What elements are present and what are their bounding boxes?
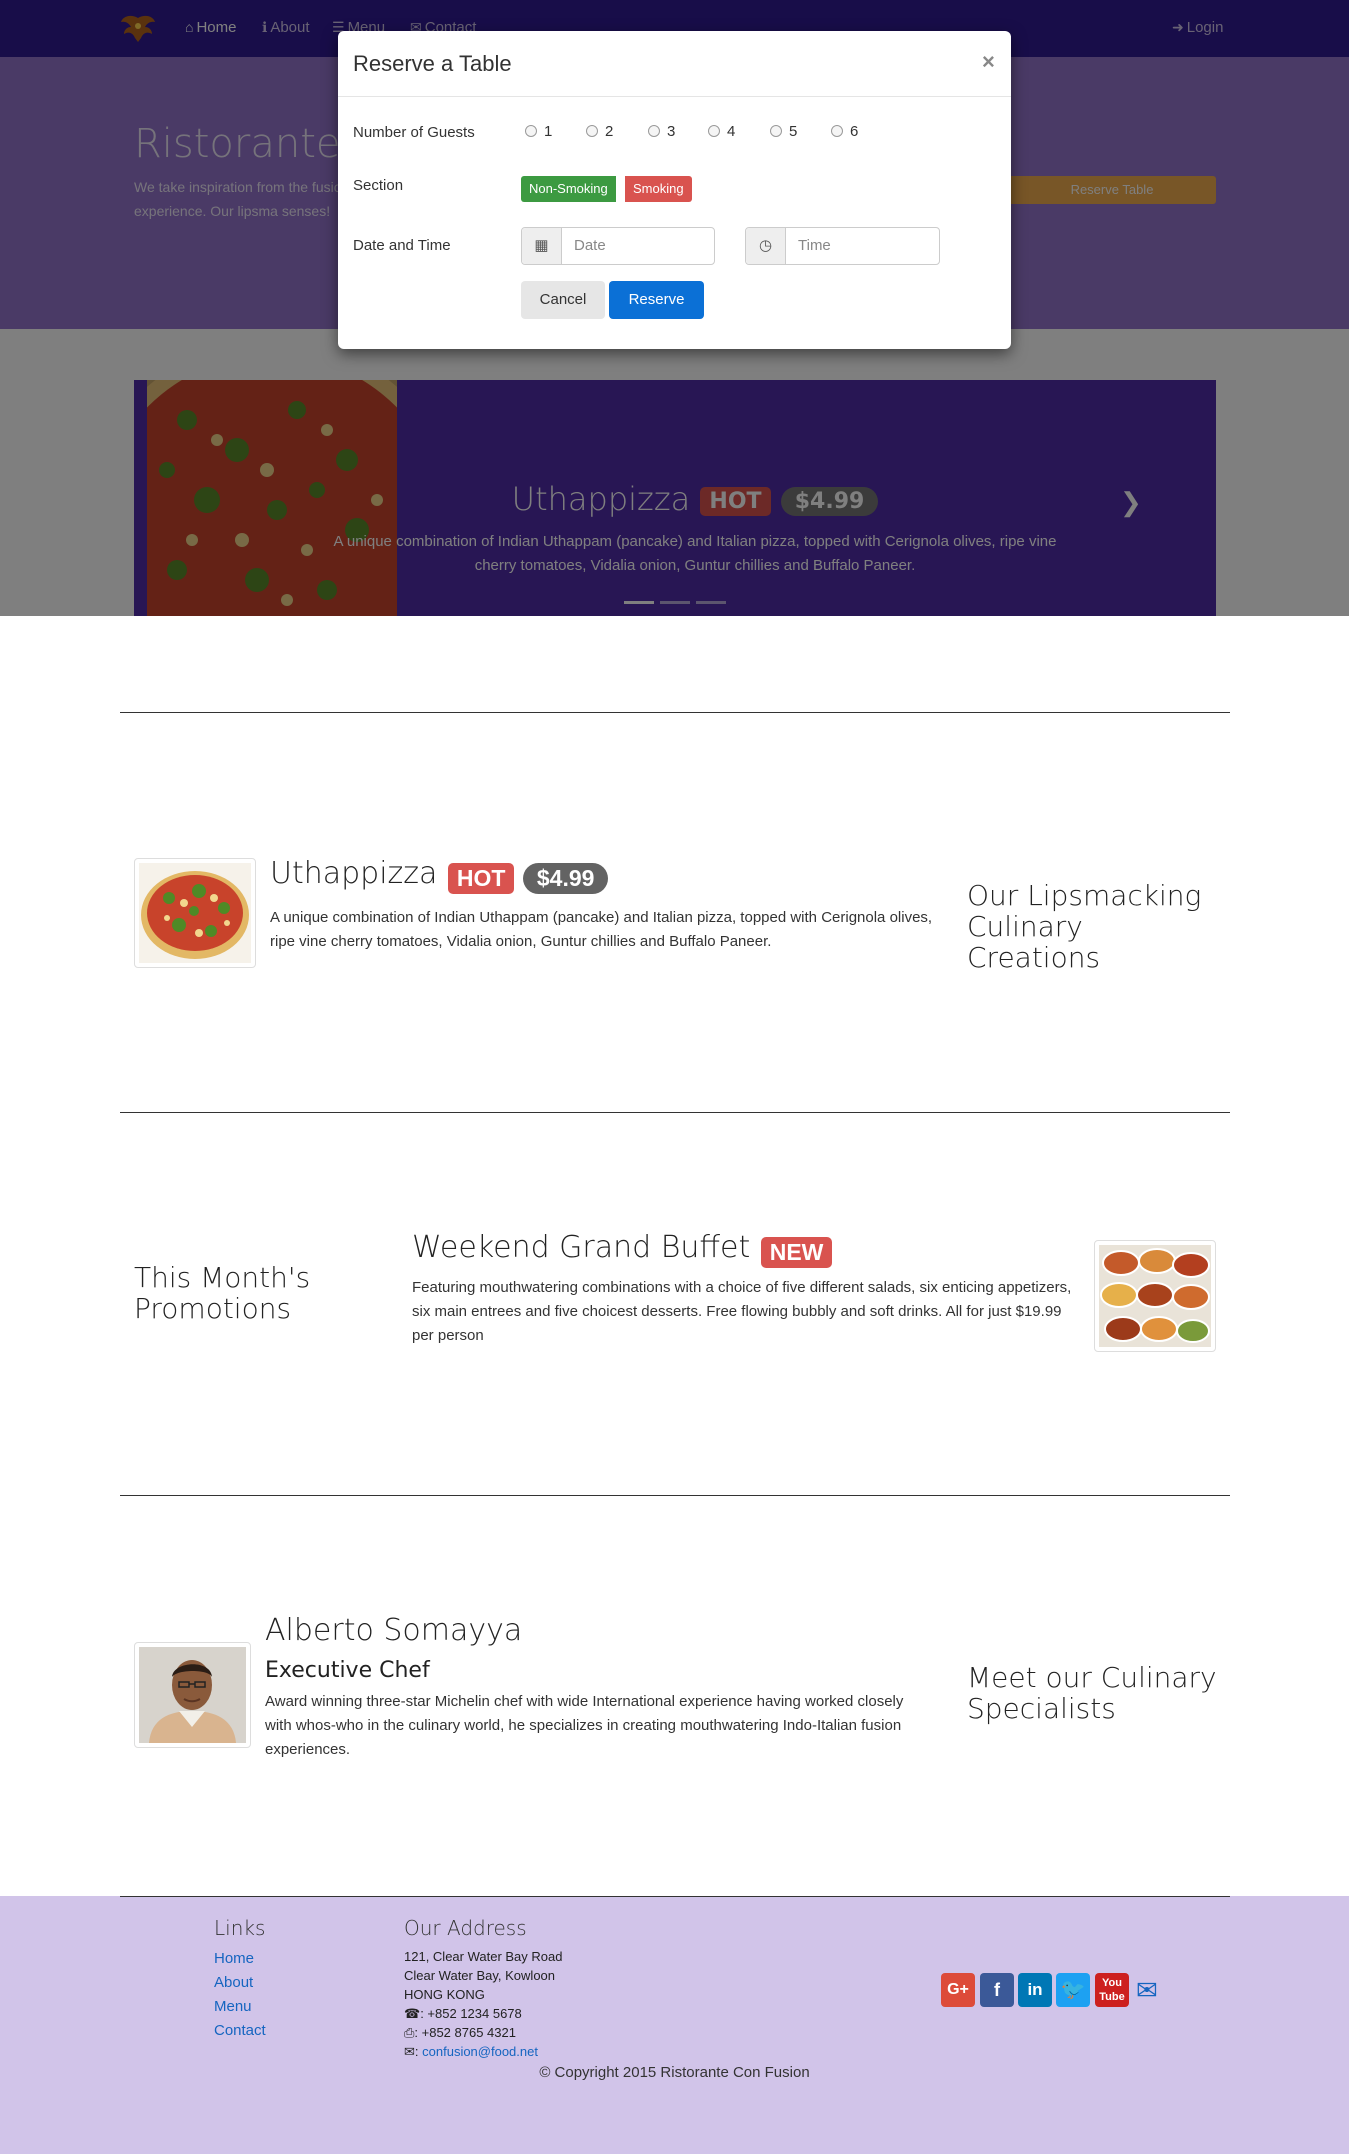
fax-line: ⎙: +852 8765 4321 bbox=[404, 2025, 516, 2040]
guest-radio-5[interactable]: 5 bbox=[770, 123, 797, 140]
smoking-button[interactable]: Smoking bbox=[625, 176, 692, 202]
youtube-icon[interactable]: You Tube bbox=[1095, 1973, 1129, 2007]
phone-line: ☎: +852 1234 5678 bbox=[404, 2006, 522, 2021]
envelope-icon[interactable]: ✉ bbox=[1136, 1973, 1166, 2007]
promotion-description: Featuring mouthwatering combinations wit… bbox=[412, 1279, 1072, 1344]
google-plus-icon[interactable]: G+ bbox=[941, 1973, 975, 2007]
guest-radio-4[interactable]: 4 bbox=[708, 123, 735, 140]
envelope-icon: ✉ bbox=[404, 2044, 415, 2059]
hot-label: HOT bbox=[447, 863, 515, 895]
guest-radio-1[interactable]: 1 bbox=[525, 123, 552, 140]
promotion-heading: Weekend Grand Buffet NEW bbox=[412, 1230, 833, 1269]
promotion-title: Weekend Grand Buffet bbox=[412, 1230, 751, 1265]
guest-radio-3[interactable]: 3 bbox=[648, 123, 675, 140]
date-input[interactable]: ▦ Date bbox=[521, 227, 715, 265]
address-line: Clear Water Bay, Kowloon bbox=[404, 1968, 556, 1983]
footer-divider bbox=[120, 1896, 1230, 1897]
price-badge: $4.99 bbox=[522, 863, 609, 895]
phone-icon: ☎ bbox=[404, 2006, 421, 2021]
chef-photo bbox=[134, 1642, 251, 1748]
footer-link-about[interactable]: About bbox=[214, 1974, 253, 1991]
guests-label: Number of Guests bbox=[353, 124, 475, 141]
radio-circle bbox=[708, 125, 720, 137]
clock-icon: ◷ bbox=[746, 228, 786, 264]
radio-circle bbox=[586, 125, 598, 137]
radio-circle bbox=[770, 125, 782, 137]
address-line: 121, Clear Water Bay Road bbox=[404, 1949, 563, 1964]
dish-thumbnail bbox=[134, 858, 256, 968]
guest-radio-2[interactable]: 2 bbox=[586, 123, 613, 140]
datetime-label: Date and Time bbox=[353, 237, 451, 254]
buffet-thumbnail bbox=[1094, 1240, 1216, 1352]
footer-link-home[interactable]: Home bbox=[214, 1950, 254, 1967]
section-divider bbox=[120, 1112, 1230, 1113]
linkedin-icon[interactable]: in bbox=[1018, 1973, 1052, 2007]
fax-icon: ⎙ bbox=[404, 2025, 415, 2040]
section-divider bbox=[120, 1495, 1230, 1496]
links-heading: Links bbox=[214, 1916, 266, 1940]
section-label: Section bbox=[353, 177, 404, 194]
radio-circle bbox=[831, 125, 843, 137]
email-line: ✉: confusion@food.net bbox=[404, 2044, 538, 2059]
section-heading: This Month's Promotions bbox=[134, 1261, 311, 1325]
leader-designation: Executive Chef bbox=[265, 1658, 430, 1683]
email-link[interactable]: confusion@food.net bbox=[422, 2044, 538, 2059]
time-input[interactable]: ◷ Time bbox=[745, 227, 940, 265]
radio-circle bbox=[648, 125, 660, 137]
reserve-modal: Reserve a Table × Number of Guests 1 2 3… bbox=[338, 31, 1011, 349]
footer-link-menu[interactable]: Menu bbox=[214, 1998, 252, 2015]
date-placeholder: Date bbox=[574, 237, 606, 254]
time-placeholder: Time bbox=[798, 237, 831, 254]
leader-name: Alberto Somayya bbox=[265, 1613, 523, 1648]
radio-circle bbox=[525, 125, 537, 137]
footer-link-contact[interactable]: Contact bbox=[214, 2022, 266, 2039]
section-heading: Meet our Culinary Specialists bbox=[967, 1661, 1217, 1725]
dish-title: Uthappizza bbox=[270, 856, 438, 891]
address-line: HONG KONG bbox=[404, 1987, 485, 2002]
reserve-button[interactable]: Reserve bbox=[609, 281, 704, 319]
cancel-button[interactable]: Cancel bbox=[521, 281, 605, 319]
address-heading: Our Address bbox=[404, 1916, 527, 1940]
dish-heading: Uthappizza HOT $4.99 bbox=[270, 856, 609, 895]
twitter-icon[interactable]: 🐦 bbox=[1056, 1973, 1090, 2007]
non-smoking-button[interactable]: Non-Smoking bbox=[521, 176, 616, 202]
new-label: NEW bbox=[760, 1237, 833, 1269]
calendar-icon: ▦ bbox=[522, 228, 562, 264]
section-divider bbox=[120, 712, 1230, 713]
facebook-icon[interactable]: f bbox=[980, 1973, 1014, 2007]
footer bbox=[0, 1896, 1349, 2154]
modal-title: Reserve a Table bbox=[353, 51, 512, 76]
leader-description: Award winning three-star Michelin chef w… bbox=[265, 1693, 904, 1758]
guest-radio-6[interactable]: 6 bbox=[831, 123, 858, 140]
dish-description: A unique combination of Indian Uthappam … bbox=[270, 909, 933, 950]
close-icon[interactable]: × bbox=[982, 49, 995, 75]
section-heading: Our Lipsmacking Culinary Creations bbox=[967, 879, 1202, 974]
copyright: © Copyright 2015 Ristorante Con Fusion bbox=[539, 2064, 810, 2081]
